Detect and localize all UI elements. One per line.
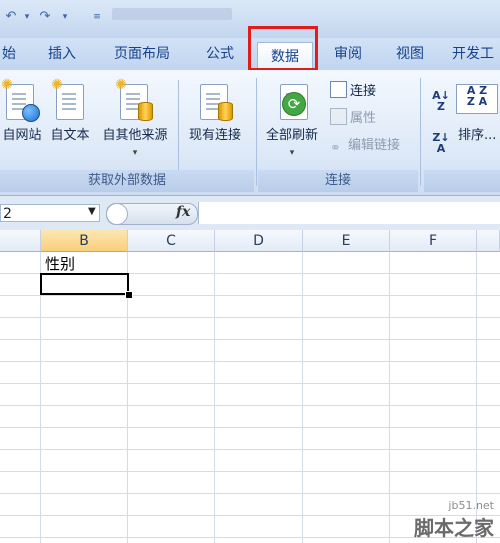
tab-highlight-box bbox=[248, 26, 318, 71]
from-text-button[interactable]: ✺ 自文本 bbox=[44, 76, 96, 146]
name-box[interactable]: 2 bbox=[0, 204, 100, 222]
database-icon bbox=[138, 102, 153, 121]
database-icon bbox=[218, 102, 233, 121]
column-header-f[interactable]: F bbox=[390, 230, 477, 252]
watermark: jb51.net 脚本之家 bbox=[414, 499, 494, 541]
formula-bar: 2 ▼ fx bbox=[0, 196, 500, 231]
column-header-b[interactable]: B bbox=[41, 230, 128, 252]
group-sort: A↓ Z Z↓ A A ZZ A 排序... bbox=[424, 72, 500, 192]
refresh-all-button[interactable]: ⟳ 全部刷新 ▾ bbox=[260, 76, 324, 162]
globe-icon bbox=[22, 104, 40, 122]
watermark-url: jb51.net bbox=[448, 499, 494, 512]
group-label-sort bbox=[424, 170, 500, 192]
group-external-data: ✺ 自网站 ✺ 自文本 ✺ 自其他来源 ▾ 现有连接 获取外部数据 bbox=[0, 72, 254, 192]
from-web-button[interactable]: ✺ 自网站 bbox=[0, 76, 44, 146]
star-icon: ✺ bbox=[1, 77, 13, 93]
formula-input[interactable] bbox=[198, 202, 500, 224]
active-cell-b2[interactable] bbox=[40, 273, 129, 295]
connections-button[interactable]: 连接 bbox=[330, 80, 376, 99]
insert-function-icon[interactable]: fx bbox=[176, 204, 190, 220]
column-header-d[interactable]: D bbox=[215, 230, 303, 252]
tab-view[interactable]: 视图 bbox=[388, 38, 432, 70]
watermark-name: 脚本之家 bbox=[414, 516, 494, 540]
cell-b1[interactable]: 性别 bbox=[45, 253, 75, 274]
tab-developer[interactable]: 开发工 bbox=[452, 38, 500, 70]
link-icon: ⚭ bbox=[330, 141, 341, 156]
divider bbox=[420, 78, 421, 186]
tab-review[interactable]: 审阅 bbox=[326, 38, 370, 70]
fill-handle[interactable] bbox=[125, 291, 133, 299]
column-header-g[interactable] bbox=[477, 230, 500, 252]
from-other-sources-button[interactable]: ✺ 自其他来源 ▾ bbox=[98, 76, 172, 162]
properties-button[interactable]: 属性 bbox=[330, 107, 376, 126]
redo-icon[interactable]: ↷ bbox=[38, 10, 52, 24]
group-label-connections: 连接 bbox=[258, 170, 418, 192]
sort-ascending-icon[interactable]: A↓ Z bbox=[430, 90, 452, 112]
tab-insert[interactable]: 插入 bbox=[40, 38, 84, 70]
column-header-c[interactable]: C bbox=[128, 230, 215, 252]
group-label-external-data: 获取外部数据 bbox=[0, 170, 254, 192]
redo-dropdown-icon[interactable]: ▾ bbox=[60, 12, 70, 22]
edit-links-button[interactable]: ⚭ 编辑链接 bbox=[330, 134, 400, 156]
tab-formulas[interactable]: 公式 bbox=[198, 38, 242, 70]
tab-home[interactable]: 始 bbox=[0, 38, 18, 70]
star-icon: ✺ bbox=[51, 77, 63, 93]
undo-dropdown-icon[interactable]: ▾ bbox=[22, 12, 32, 22]
refresh-icon: ⟳ bbox=[282, 92, 306, 116]
existing-connections-button[interactable]: 现有连接 bbox=[182, 76, 248, 146]
tab-page-layout[interactable]: 页面布局 bbox=[104, 38, 180, 70]
dropdown-arrow-icon: ▾ bbox=[289, 148, 295, 158]
group-connections: ⟳ 全部刷新 ▾ 连接 属性 ⚭ 编辑链接 连接 bbox=[258, 72, 418, 192]
sort-dialog-icon[interactable]: A ZZ A bbox=[456, 84, 498, 114]
undo-icon[interactable]: ↶ bbox=[4, 10, 18, 24]
name-box-dropdown-icon[interactable]: ▼ bbox=[88, 206, 96, 217]
window-title-blurred bbox=[112, 8, 232, 20]
dropdown-arrow-icon: ▾ bbox=[132, 148, 138, 158]
connections-icon bbox=[330, 81, 347, 98]
column-header-e[interactable]: E bbox=[303, 230, 390, 252]
expand-circle-icon[interactable] bbox=[106, 203, 128, 225]
divider bbox=[256, 78, 257, 186]
properties-icon bbox=[330, 108, 347, 125]
ribbon: ✺ 自网站 ✺ 自文本 ✺ 自其他来源 ▾ 现有连接 获取外部数据 ⟳ 全部刷新… bbox=[0, 70, 500, 196]
star-icon: ✺ bbox=[115, 77, 127, 93]
customize-quick-access-icon[interactable]: ≡ bbox=[92, 12, 102, 22]
column-header-a[interactable] bbox=[0, 230, 41, 252]
sort-button[interactable]: 排序... bbox=[458, 124, 496, 143]
sort-descending-icon[interactable]: Z↓ A bbox=[430, 132, 452, 154]
